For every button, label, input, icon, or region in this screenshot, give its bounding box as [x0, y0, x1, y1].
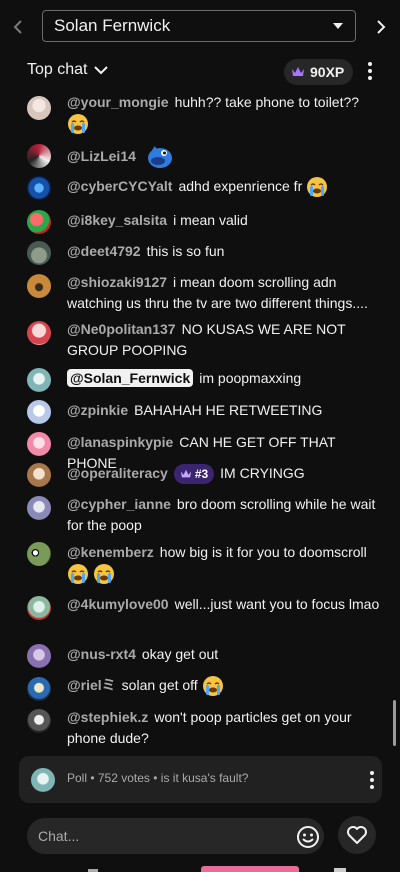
message-body: @kenemberz how big is it for you to dooms…	[67, 542, 382, 585]
top-bar: Solan Fernwick	[0, 0, 400, 54]
caret-down-icon	[333, 23, 343, 29]
author-name[interactable]: @deet4792	[67, 243, 141, 259]
message-body: @Ne0politan137 NO KUSAS WE ARE NOT GROUP …	[67, 319, 382, 361]
loudly-crying-face-icon	[202, 676, 223, 697]
author-name[interactable]: @zpinkie	[67, 402, 128, 418]
avatar[interactable]	[27, 241, 51, 265]
avatar[interactable]	[27, 321, 51, 345]
avatar[interactable]	[27, 677, 51, 701]
author-name[interactable]: @cyberCYCYalt	[67, 178, 172, 194]
xp-value: 90XP	[310, 64, 345, 80]
author-name[interactable]: @lanaspinkypie	[67, 434, 173, 450]
message-body: @LizLei14	[67, 144, 382, 170]
message-body: @rielミ solan get off	[67, 675, 382, 697]
channel-select[interactable]: Solan Fernwick	[42, 10, 356, 42]
message-text: how big is it for you to doomscroll	[159, 544, 367, 560]
avatar[interactable]	[27, 496, 51, 520]
message-body: @zpinkie BAHAHAH HE RETWEETING	[67, 400, 382, 421]
author-name[interactable]: @operaliteracy	[67, 465, 168, 481]
chat-scrollbar[interactable]	[393, 700, 396, 746]
author-name[interactable]: @your_mongie	[67, 94, 169, 110]
message-body: @i8key_salsita i mean valid	[67, 210, 382, 231]
author-name[interactable]: @4kumylove00	[67, 596, 169, 612]
avatar[interactable]	[27, 176, 51, 200]
channel-name: Solan Fernwick	[54, 16, 171, 35]
avatar[interactable]	[27, 596, 51, 620]
avatar	[31, 768, 55, 792]
author-name[interactable]: @rielミ	[67, 677, 116, 693]
message-body: @deet4792 this is so fun	[67, 241, 382, 262]
message-body: @shiozaki9127 i mean doom scrolling adn w…	[67, 272, 382, 314]
author-name[interactable]: @stephiek.z	[67, 709, 148, 725]
avatar[interactable]	[27, 400, 51, 424]
heart-icon	[347, 826, 367, 844]
author-name[interactable]: @cypher_ianne	[67, 496, 171, 512]
author-name[interactable]: @nus-rxt4	[67, 646, 136, 662]
message-text: okay get out	[141, 646, 219, 662]
avatar[interactable]	[27, 274, 51, 298]
rank-badge: #3	[173, 464, 215, 485]
avatar[interactable]	[27, 709, 51, 733]
avatar[interactable]	[27, 463, 51, 487]
chevron-left-icon[interactable]	[8, 12, 28, 42]
avatar[interactable]	[27, 368, 51, 392]
crown-icon	[180, 470, 191, 478]
message-text: i mean valid	[173, 212, 248, 228]
message-text: this is so fun	[146, 243, 225, 259]
avatar[interactable]	[27, 542, 51, 566]
avatar[interactable]	[27, 644, 51, 668]
chat-list[interactable]: @your_mongie huhh?? take phone to toilet?…	[0, 90, 400, 750]
poll-banner[interactable]: Poll • 752 votes • is it kusa's fault?	[19, 756, 382, 803]
message-text: BAHAHAH HE RETWEETING	[134, 402, 323, 418]
author-name[interactable]: @Ne0politan137	[67, 321, 176, 337]
chat-input-row	[0, 808, 400, 864]
more-options-icon[interactable]	[368, 62, 372, 80]
chevron-down-icon	[94, 66, 109, 75]
rank-value: #3	[194, 466, 209, 481]
message-text: im poopmaxxing	[199, 370, 302, 386]
loudly-crying-face-icon	[68, 114, 88, 135]
chat-input[interactable]	[27, 818, 324, 854]
message-body: @nus-rxt4 okay get out	[67, 644, 382, 665]
message-body: @stephiek.z won't poop particles get on y…	[67, 707, 382, 749]
heart-button[interactable]	[338, 816, 376, 854]
chevron-right-icon[interactable]	[371, 12, 391, 42]
message-body: @operaliteracy #3 IM CRYINGG	[67, 463, 382, 485]
message-text: well...just want you to focus lmao	[174, 596, 380, 612]
message-body: @Solan_Fernwick im poopmaxxing	[67, 368, 382, 389]
emoji-icon[interactable]	[295, 824, 321, 850]
avatar[interactable]	[27, 432, 51, 456]
message-body: @4kumylove00 well...just want you to focu…	[67, 594, 382, 615]
blue-dragon-sticker-icon	[147, 146, 172, 168]
message-body: @your_mongie huhh?? take phone to toilet?…	[67, 92, 382, 135]
message-body: @cypher_ianne bro doom scrolling while he…	[67, 494, 382, 536]
more-options-icon[interactable]	[370, 771, 374, 789]
crown-icon	[292, 67, 304, 76]
message-text: huhh?? take phone to toilet??	[174, 94, 360, 110]
avatar[interactable]	[27, 96, 51, 120]
chat-header: Top chat 90XP	[0, 54, 400, 90]
xp-badge[interactable]: 90XP	[284, 59, 354, 85]
message-body: @cyberCYCYalt adhd expenrience fr	[67, 176, 382, 198]
author-name[interactable]: @i8key_salsita	[67, 212, 167, 228]
loudly-crying-face-icon	[68, 564, 88, 585]
chat-mode-dropdown[interactable]: Top chat	[27, 61, 109, 79]
author-name[interactable]: @kenemberz	[67, 544, 154, 560]
author-name[interactable]: @LizLei14	[67, 148, 136, 164]
bottom-nav-edge	[0, 866, 400, 872]
message-text: IM CRYINGG	[220, 465, 305, 481]
message-text: solan get off	[121, 677, 198, 693]
message-text: adhd expenrience fr	[178, 178, 303, 194]
loudly-crying-face-icon	[307, 177, 328, 198]
author-name[interactable]: @Solan_Fernwick	[67, 369, 194, 387]
chat-mode-label: Top chat	[27, 61, 88, 78]
author-name[interactable]: @shiozaki9127	[67, 274, 167, 290]
poll-summary: Poll • 752 votes • is it kusa's fault?	[67, 771, 249, 785]
loudly-crying-face-icon	[93, 564, 114, 585]
avatar[interactable]	[27, 144, 51, 168]
avatar[interactable]	[27, 210, 51, 234]
